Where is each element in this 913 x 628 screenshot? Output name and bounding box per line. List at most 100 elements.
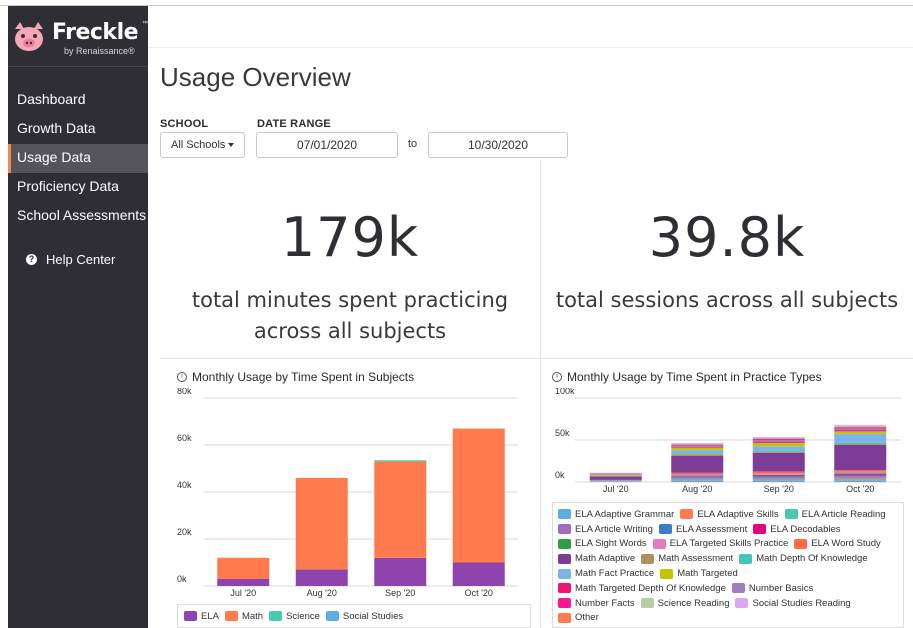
legend-swatch: [558, 538, 571, 549]
bar-segment-number-facts: [671, 444, 724, 446]
legend-item-ela[interactable]: ELA: [184, 609, 219, 624]
sidebar-item-proficiency-data[interactable]: Proficiency Data: [8, 173, 148, 202]
date-to-input[interactable]: [428, 132, 568, 158]
bar-segment-ela-assessment: [834, 474, 887, 477]
bar-segment-ela-decodables: [834, 474, 887, 475]
legend-item-number-basics[interactable]: Number Basics: [731, 581, 814, 596]
total-minutes-desc-line1: total minutes spent practicing: [191, 288, 509, 312]
bar-segment-math-fact-practice: [671, 450, 724, 454]
legend-item-number-facts[interactable]: Number Facts: [558, 596, 635, 611]
help-center-link[interactable]: ? Help Center: [26, 252, 115, 267]
legend-item-ela-sight-words[interactable]: ELA Sight Words: [558, 537, 647, 552]
legend-item-ela-adaptive-skills[interactable]: ELA Adaptive Skills: [680, 507, 779, 522]
legend-label: ELA Decodables: [770, 523, 841, 535]
legend-swatch: [680, 509, 694, 520]
bar-segment-ela-adaptive-skills: [671, 479, 724, 481]
bar-segment-math-adaptive: [589, 476, 642, 480]
legend-label: ELA Adaptive Grammar: [575, 508, 675, 520]
date-from-input[interactable]: [256, 132, 398, 158]
x-tick-label: Jul '20: [230, 588, 256, 598]
total-minutes-value: 179k: [280, 206, 420, 269]
sidebar-item-school-assessments[interactable]: School Assessments: [8, 202, 148, 231]
legend-label: Number Basics: [748, 582, 814, 594]
sidebar-item-growth-data[interactable]: Growth Data: [8, 115, 148, 144]
legend-item-math-assessment[interactable]: Math Assessment: [641, 551, 733, 566]
legend-item-ela-word-study[interactable]: ELA Word Study: [794, 537, 881, 552]
bar-segment-math: [295, 477, 348, 570]
bar-segment-ela-article-writing: [834, 476, 887, 478]
bar-segment-ela-assessment: [752, 476, 805, 478]
legend-swatch: [641, 553, 655, 564]
legend-item-other[interactable]: Other: [558, 611, 599, 626]
sidebar-item-dashboard[interactable]: Dashboard: [8, 86, 148, 115]
legend-label: ELA Assessment: [675, 523, 748, 535]
logo-name: Freckle: [52, 20, 139, 45]
logo[interactable]: Freckle ™ by Renaissance®: [12, 18, 148, 62]
legend-swatch: [558, 598, 571, 609]
legend-item-science[interactable]: Science: [269, 609, 320, 624]
y-tick-label: 0k: [177, 574, 187, 584]
school-select[interactable]: All Schools: [160, 132, 245, 158]
bar-segment-math-depth-of-knowledge: [752, 450, 805, 452]
legend-item-social-studies[interactable]: Social Studies: [325, 609, 403, 624]
legend-swatch: [558, 612, 571, 623]
subjects-chart-title-text: Monthly Usage by Time Spent in Subjects: [192, 370, 415, 384]
legend-label: Math: [241, 610, 264, 622]
bar-segment-math-targeted-depth-of-knowledge: [834, 430, 887, 432]
legend-item-social-studies-reading[interactable]: Social Studies Reading: [735, 596, 851, 611]
legend-item-ela-article-reading[interactable]: ELA Article Reading: [784, 507, 886, 522]
bar-segment-ela-article-writing: [671, 477, 724, 479]
legend-swatch: [558, 509, 571, 520]
bar-segment-ela-targeted-skills-practice: [671, 474, 724, 476]
legend-label: Science Reading: [657, 597, 730, 609]
bar-segment-ela-targeted-skills-practice: [752, 473, 805, 475]
page-title: Usage Overview: [160, 62, 351, 92]
legend-item-math[interactable]: Math: [224, 609, 264, 624]
x-tick-label: Jul '20: [603, 484, 629, 494]
logo-subtitle: by Renaissance®: [64, 46, 135, 56]
bar-segment-ela-article-reading: [834, 477, 887, 480]
sidebar-item-usage-data[interactable]: Usage Data: [8, 144, 148, 173]
y-tick-label: 0k: [555, 470, 565, 480]
legend-item-math-adaptive[interactable]: Math Adaptive: [558, 551, 635, 566]
legend-label: ELA Targeted Skills Practice: [669, 538, 789, 550]
legend-label: ELA Adaptive Skills: [697, 508, 779, 520]
legend-item-math-depth-of-knowledge[interactable]: Math Depth Of Knowledge: [739, 551, 868, 566]
bar-segment-science: [374, 460, 427, 462]
legend-swatch: [640, 598, 654, 609]
practice-types-chart-title-text: Monthly Usage by Time Spent in Practice …: [567, 370, 822, 384]
bar-segment-ela-sight-words: [752, 474, 805, 476]
subjects-chart-title: i Monthly Usage by Time Spent in Subject…: [177, 370, 414, 384]
bar-segment-math-assessment: [752, 451, 805, 453]
bar-segment-number-basics: [671, 445, 724, 447]
bar-segment-math-adaptive: [834, 444, 887, 470]
bar-segment-ela-word-study: [834, 469, 887, 472]
sidebar-divider: [8, 66, 148, 67]
school-select-value: All Schools: [171, 139, 226, 151]
x-tick-label: Aug '20: [682, 484, 712, 494]
bar-segment-social-studies-reading: [671, 442, 724, 444]
total-sessions-value: 39.8k: [648, 206, 806, 269]
y-tick-label: 80k: [177, 388, 192, 396]
legend-item-ela-assessment[interactable]: ELA Assessment: [658, 522, 748, 537]
y-tick-label: 60k: [177, 433, 192, 443]
legend-swatch: [325, 611, 339, 622]
bar-segment-math: [374, 461, 427, 558]
legend-item-ela-targeted-skills-practice[interactable]: ELA Targeted Skills Practice: [652, 537, 789, 552]
legend-item-ela-article-writing[interactable]: ELA Article Writing: [558, 522, 653, 537]
legend-item-science-reading[interactable]: Science Reading: [640, 596, 730, 611]
legend-item-math-targeted-depth-of-knowledge[interactable]: Math Targeted Depth Of Knowledge: [558, 581, 726, 596]
info-icon[interactable]: i: [552, 372, 562, 382]
bar-segment-number-facts: [834, 427, 887, 429]
legend-item-math-fact-practice[interactable]: Math Fact Practice: [558, 566, 654, 581]
info-icon[interactable]: i: [177, 372, 187, 382]
total-minutes-desc-line2: across all subjects: [253, 319, 447, 343]
bar-segment-ela-adaptive-grammar: [752, 480, 805, 482]
legend-item-ela-decodables[interactable]: ELA Decodables: [753, 522, 841, 537]
legend-item-ela-adaptive-grammar[interactable]: ELA Adaptive Grammar: [558, 507, 674, 522]
legend-item-math-targeted[interactable]: Math Targeted: [660, 566, 738, 581]
bar-segment-science-reading: [834, 425, 887, 428]
legend-swatch: [558, 524, 571, 535]
bar-segment-math-depth-of-knowledge: [834, 442, 887, 444]
bar-segment-math-assessment: [671, 454, 724, 456]
